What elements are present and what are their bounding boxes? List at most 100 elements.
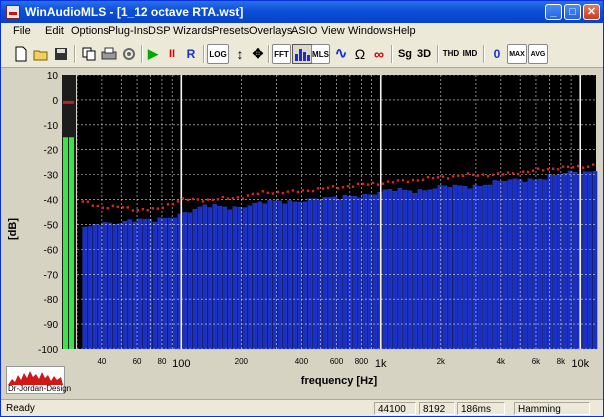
y-tick-label: -40	[44, 196, 59, 207]
peak-marker	[541, 169, 545, 172]
level-meter-peak	[63, 100, 74, 104]
spectrum-bar	[397, 187, 403, 350]
open-button[interactable]	[31, 44, 51, 64]
spectrum-bar	[542, 179, 548, 350]
pause-button[interactable]: II	[162, 44, 182, 64]
peak-marker	[476, 174, 480, 177]
x-axis-label: frequency [Hz]	[301, 375, 378, 387]
avg-button[interactable]: AVG	[528, 44, 548, 64]
spectrum-bar	[112, 223, 117, 350]
spectrum-bar	[152, 221, 157, 350]
play-button[interactable]: ▶	[143, 44, 163, 64]
peak-marker	[236, 196, 240, 199]
peak-marker	[181, 197, 185, 200]
spectrum-bar	[307, 198, 313, 350]
rta-spectrum-chart[interactable]: 100-10-20-30-40-50-60-70-80-90-100 40 60 8…	[1, 68, 603, 399]
spectrum-bar	[92, 224, 97, 350]
sg-button[interactable]: Sg	[395, 44, 415, 64]
x-tick-label: 40	[97, 357, 106, 366]
peak-marker	[206, 198, 210, 201]
peak-marker	[176, 200, 180, 203]
peak-marker	[411, 178, 415, 182]
bar-graph-button[interactable]	[292, 44, 312, 64]
peak-marker	[426, 175, 430, 179]
menu-overlays[interactable]: Overlays	[249, 25, 292, 37]
max-button[interactable]: MAX	[507, 44, 527, 64]
open-folder-icon	[33, 50, 48, 61]
menu-asio[interactable]: ASIO	[291, 25, 317, 37]
app-icon[interactable]	[6, 5, 20, 19]
mls-button[interactable]: MLS	[311, 44, 330, 64]
peak-marker	[156, 207, 159, 210]
new-file-button[interactable]	[11, 44, 31, 64]
menu-dsp[interactable]: DSP	[148, 25, 171, 37]
peak-marker	[141, 208, 144, 211]
log-scale-button[interactable]: LOG	[207, 44, 229, 64]
minimize-button[interactable]: _	[545, 4, 562, 20]
spectrum-bar	[447, 187, 453, 350]
status-fft-size: 8192	[419, 402, 455, 415]
vertical-zoom-button[interactable]: ↕	[230, 44, 250, 64]
title-bar[interactable]: WinAudioMLS - [1_12 octave RTA.wst] _ □ …	[1, 1, 603, 23]
zero-button[interactable]: 0	[487, 44, 507, 64]
menu-view[interactable]: View	[321, 25, 345, 37]
spectrum-bar	[532, 179, 538, 350]
level-meter-left	[63, 137, 68, 349]
y-tick-label: -60	[44, 245, 59, 256]
print-button[interactable]	[99, 44, 119, 64]
spectrum-bar	[137, 218, 142, 350]
analyzer-panel: 10 0 -10 -20 -30 -40 -50 -60 -70 -80 -90 -100 40 60 8…	[1, 68, 603, 399]
close-button[interactable]: ✕	[583, 4, 600, 20]
peak-marker	[91, 204, 94, 207]
spectrum-bar	[587, 171, 593, 350]
peak-marker	[261, 190, 265, 193]
x-tick-label: 600	[330, 357, 344, 366]
peak-marker	[526, 170, 530, 174]
save-button[interactable]	[51, 44, 71, 64]
spectrum-bar	[322, 197, 328, 350]
peak-marker	[431, 176, 435, 180]
thd-button[interactable]: THD	[441, 44, 461, 64]
spectrum-bar	[387, 189, 393, 350]
menu-plug-ins[interactable]: Plug-Ins	[108, 25, 148, 37]
loop-signal-button[interactable]: ∞	[369, 44, 389, 64]
peak-marker	[336, 187, 340, 190]
peak-marker	[246, 194, 250, 197]
menu-options[interactable]: Options	[71, 25, 109, 37]
status-sample-rate: 44100	[374, 402, 416, 415]
record-button[interactable]: R	[181, 44, 201, 64]
menu-help[interactable]: Help	[393, 25, 416, 37]
spectrum-bar	[257, 201, 263, 350]
menu-wizards[interactable]: Wizards	[173, 25, 213, 37]
status-message: Ready	[6, 403, 35, 414]
pan-button[interactable]: ✥	[248, 44, 268, 64]
x-tick-label: 10k	[571, 358, 589, 370]
print-icon	[101, 47, 117, 60]
y-tick-label: -80	[44, 295, 59, 306]
menu-windows[interactable]: Windows	[348, 25, 393, 37]
copy-button[interactable]	[79, 44, 99, 64]
spectrum-bar	[267, 200, 273, 350]
spectrum-bar	[567, 170, 573, 350]
spectrum-bar	[142, 219, 147, 350]
menu-presets[interactable]: Presets	[212, 25, 249, 37]
plugin-button[interactable]	[119, 44, 139, 64]
menu-file[interactable]: File	[13, 25, 31, 37]
peak-marker	[511, 172, 515, 175]
peak-marker	[241, 197, 245, 200]
peak-marker	[396, 179, 400, 182]
fft-button[interactable]: FFT	[272, 44, 291, 64]
peak-marker	[231, 197, 235, 200]
spectrum-bar	[97, 225, 102, 350]
spectrum-bar	[157, 217, 162, 350]
peak-marker	[251, 192, 255, 196]
spectrum-bar	[107, 222, 112, 350]
peak-marker	[221, 195, 225, 199]
waveform-button[interactable]: ∿	[331, 44, 351, 64]
impedance-button[interactable]: Ω	[350, 44, 370, 64]
peak-marker	[592, 163, 595, 166]
imd-button[interactable]: IMD	[460, 44, 480, 64]
maximize-button[interactable]: □	[564, 4, 581, 20]
3d-button[interactable]: 3D	[414, 44, 434, 64]
menu-edit[interactable]: Edit	[45, 25, 64, 37]
